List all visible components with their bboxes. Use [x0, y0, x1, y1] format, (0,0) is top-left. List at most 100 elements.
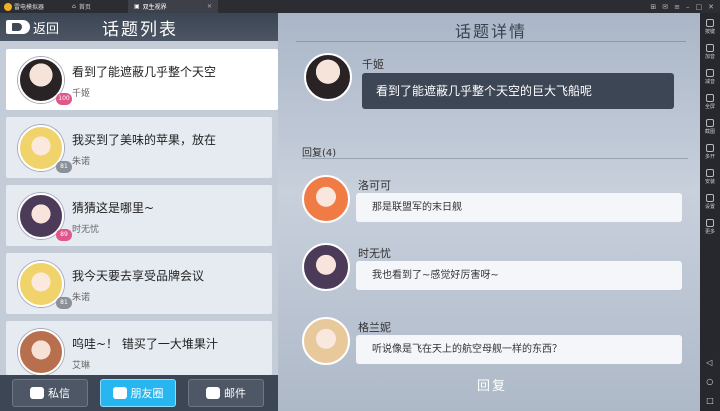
mail-label: 邮件 — [224, 387, 246, 400]
topic-item[interactable]: 呜哇~！ 错买了一大堆果汁 艾琳 — [6, 321, 272, 375]
nav-home-icon[interactable]: ○ — [706, 377, 714, 386]
message-icon — [30, 387, 44, 399]
tab-game-label: 双生视界 — [142, 4, 167, 11]
divider — [296, 41, 686, 42]
avatar — [302, 317, 350, 365]
menu-icon[interactable]: ≡ — [674, 3, 680, 11]
chat-bubble-icon — [112, 387, 127, 399]
emulator-titlebar: 雷电模拟器 ⌂ 首页 ▣ 双生视界 ✕ ⊞ ✉ ≡ – □ ✕ — [0, 0, 720, 13]
volume-down-icon — [705, 69, 714, 77]
post-bubble: 看到了能遮蔽几乎整个天空的巨大飞船呢 — [362, 73, 674, 109]
post-author: 千姬 — [362, 58, 384, 71]
maximize-icon[interactable]: □ — [696, 3, 703, 11]
avatar — [18, 329, 64, 375]
envelope-icon — [206, 387, 220, 399]
emulator-logo: 雷电模拟器 — [0, 2, 66, 11]
sidebar-item-volume-up[interactable]: 加音 — [705, 44, 715, 66]
avatar — [302, 175, 350, 223]
level-badge: 89 — [56, 229, 72, 241]
bottom-button-bar: 私信 朋友圈 邮件 — [0, 375, 278, 411]
topic-text: 我买到了美味的苹果，放在 — [72, 133, 217, 147]
sidebar-item-multi[interactable]: 多开 — [705, 144, 715, 166]
gear-icon — [705, 194, 714, 202]
emulator-sidebar: 按键 加音 减音 全屏 截图 多开 安装 设置 更多 ◁ ○ □ — [700, 13, 720, 411]
topic-text: 呜哇~！ 错买了一大堆果汁 — [72, 337, 218, 351]
topic-author: 时无忧 — [72, 225, 100, 235]
nav-back-icon[interactable]: ◁ — [706, 358, 714, 367]
sidebar-item-install[interactable]: 安装 — [705, 169, 715, 191]
level-badge: 81 — [56, 161, 72, 173]
apk-icon — [705, 169, 714, 177]
sidebar-label: 截图 — [704, 129, 715, 135]
topic-author: 朱诺 — [72, 293, 91, 303]
reply-bubble: 听说像是飞在天上的航空母舰一样的东西？ — [356, 335, 682, 364]
avatar — [302, 243, 350, 291]
minimize-icon[interactable]: – — [686, 3, 690, 11]
sidebar-label: 设置 — [704, 204, 715, 210]
sidebar-item-keys[interactable]: 按键 — [705, 19, 715, 41]
topic-item[interactable]: 81 我买到了美味的苹果，放在 朱诺 — [6, 117, 272, 178]
back-icon — [6, 20, 30, 34]
reply-author: 洛可可 — [358, 179, 391, 192]
mail-button[interactable]: 邮件 — [188, 379, 264, 407]
sidebar-item-fullscreen[interactable]: 全屏 — [705, 94, 715, 116]
topic-item[interactable]: 100 看到了能遮蔽几乎整个天空 千姬 — [6, 49, 278, 110]
divider — [302, 158, 688, 159]
reply-bubble: 我也看到了~感觉好厉害呀~ — [356, 261, 682, 290]
window-controls: ⊞ ✉ ≡ – □ ✕ — [650, 3, 720, 11]
emulator-app-name: 雷电模拟器 — [14, 4, 45, 11]
keyboard-icon — [705, 19, 714, 27]
gamepad-icon[interactable]: ⊞ — [650, 3, 656, 11]
home-icon: ⌂ — [72, 3, 76, 10]
back-label: 返回 — [33, 21, 60, 37]
avatar — [304, 53, 352, 101]
level-badge: 81 — [56, 297, 72, 309]
reply-author: 时无忧 — [358, 247, 391, 260]
reply-button[interactable]: 回复 — [462, 375, 522, 394]
close-icon[interactable]: ✕ — [708, 3, 714, 11]
reply-count-label: 回复(4) — [302, 148, 337, 159]
tab-game[interactable]: ▣ 双生视界 ✕ — [128, 0, 218, 13]
topic-text: 猜猜这是哪里~ — [72, 201, 155, 215]
level-badge: 100 — [56, 93, 72, 105]
mail-icon[interactable]: ✉ — [662, 3, 668, 11]
topic-detail-panel: 话题详情 千姬 看到了能遮蔽几乎整个天空的巨大飞船呢 回复(4) 洛可可 那是联… — [282, 13, 700, 411]
emulator-logo-icon — [4, 2, 12, 11]
topic-author: 艾琳 — [72, 361, 91, 371]
more-icon — [705, 219, 714, 227]
moments-button[interactable]: 朋友圈 — [100, 379, 176, 407]
topic-detail-title: 话题详情 — [454, 22, 527, 41]
nav-recent-icon[interactable]: □ — [706, 396, 714, 405]
game-screen: 返回 话题列表 100 看到了能遮蔽几乎整个天空 千姬 81 我买到了美味的苹果… — [0, 13, 700, 411]
topic-item[interactable]: 81 我今天要去享受品牌会议 朱诺 — [6, 253, 272, 314]
topic-item[interactable]: 89 猜猜这是哪里~ 时无忧 — [6, 185, 272, 246]
sidebar-label: 更多 — [704, 229, 715, 235]
message-button[interactable]: 私信 — [12, 379, 88, 407]
android-nav: ◁ ○ □ — [706, 358, 714, 405]
topic-text: 看到了能遮蔽几乎整个天空 — [72, 65, 217, 79]
fullscreen-icon — [705, 94, 714, 102]
sidebar-label: 加音 — [704, 54, 715, 60]
topic-author: 千姬 — [72, 89, 91, 99]
game-icon: ▣ — [134, 3, 140, 10]
sidebar-label: 多开 — [704, 154, 715, 160]
topic-list-title: 话题列表 — [102, 19, 178, 40]
sidebar-item-volume-down[interactable]: 减音 — [705, 69, 715, 91]
topic-list-panel: 返回 话题列表 100 看到了能遮蔽几乎整个天空 千姬 81 我买到了美味的苹果… — [0, 13, 278, 411]
sidebar-item-settings[interactable]: 设置 — [705, 194, 715, 216]
tab-home[interactable]: ⌂ 首页 — [66, 0, 128, 13]
topic-list-header: 返回 话题列表 — [0, 13, 278, 41]
reply-bubble: 那是联盟军的末日舰 — [356, 193, 682, 222]
topic-author: 朱诺 — [72, 157, 91, 167]
close-tab-icon[interactable]: ✕ — [207, 3, 212, 10]
topic-text: 我今天要去享受品牌会议 — [72, 269, 205, 283]
sidebar-label: 按键 — [704, 29, 715, 35]
message-label: 私信 — [48, 387, 70, 400]
back-button[interactable]: 返回 — [0, 18, 70, 37]
sidebar-item-screenshot[interactable]: 截图 — [705, 119, 715, 141]
tab-home-label: 首页 — [78, 4, 91, 11]
sidebar-label: 安装 — [704, 179, 715, 185]
multi-window-icon — [705, 144, 714, 152]
reply-author: 格兰妮 — [358, 321, 391, 334]
sidebar-item-more[interactable]: 更多 — [705, 219, 715, 241]
